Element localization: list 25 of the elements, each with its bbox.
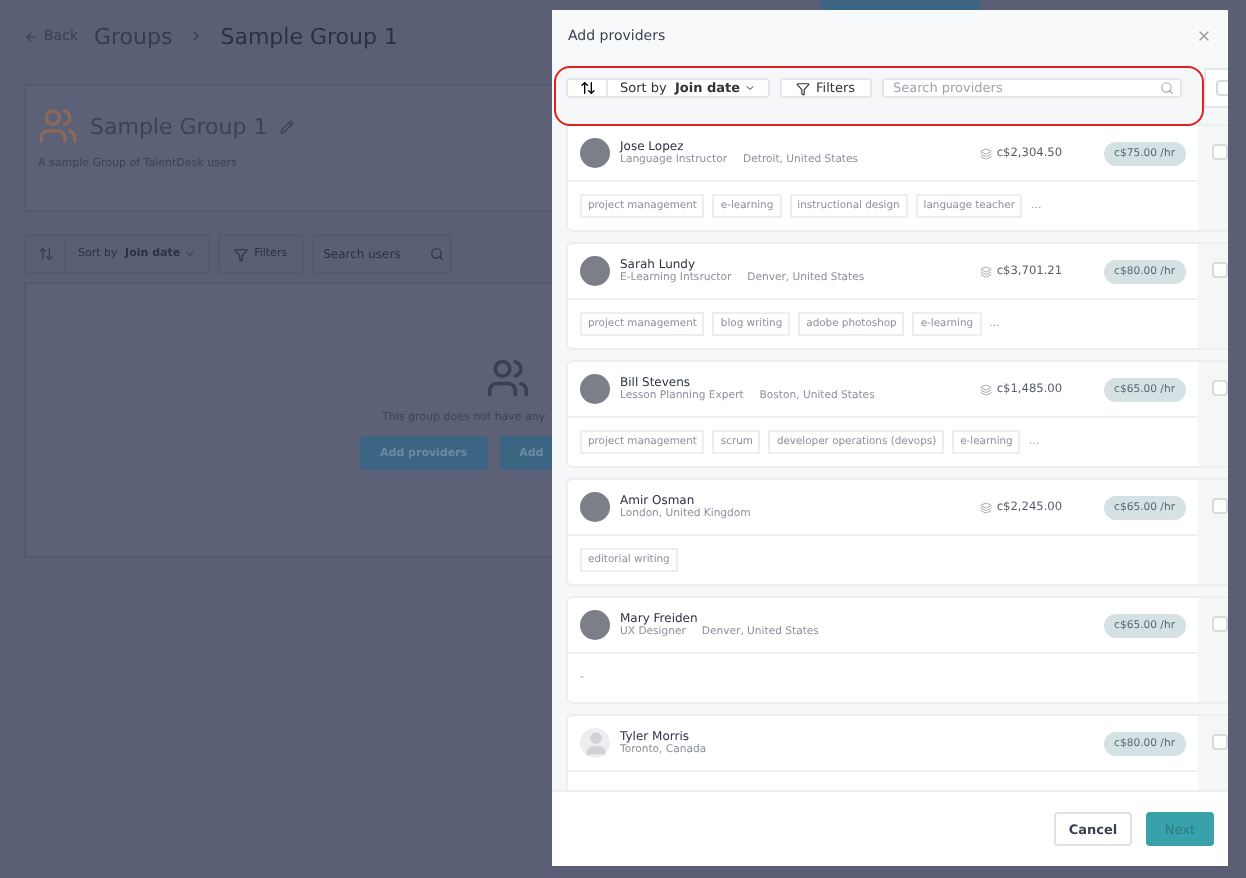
search-icon: [1159, 81, 1173, 95]
filter-icon: [796, 81, 811, 95]
close-button[interactable]: [1196, 28, 1212, 44]
sort-order-icon[interactable]: [579, 80, 595, 96]
layers-icon: [980, 265, 993, 277]
edit-icon[interactable]: [279, 119, 294, 133]
select-all-checkbox[interactable]: [1215, 80, 1228, 96]
layers-icon: [980, 383, 993, 395]
provider-checkbox[interactable]: [1211, 144, 1227, 160]
layers-icon: [980, 147, 993, 159]
close-icon: [1196, 28, 1212, 44]
group-icon: [38, 106, 78, 146]
layers-icon: [980, 501, 993, 513]
filter-icon: [234, 247, 249, 261]
provider-checkbox[interactable]: [1211, 498, 1227, 514]
provider-checkbox[interactable]: [1211, 262, 1227, 278]
provider-checkbox[interactable]: [1211, 380, 1227, 396]
chevron-down-icon: [744, 82, 757, 94]
provider-checkbox[interactable]: [1211, 616, 1227, 632]
search-icon: [429, 247, 444, 261]
provider-checkbox[interactable]: [1211, 734, 1227, 750]
chevron-down-icon: [184, 248, 197, 260]
header-button[interactable]: [820, 0, 980, 10]
arrow-left-icon: [24, 29, 38, 43]
group-icon: [486, 356, 530, 400]
